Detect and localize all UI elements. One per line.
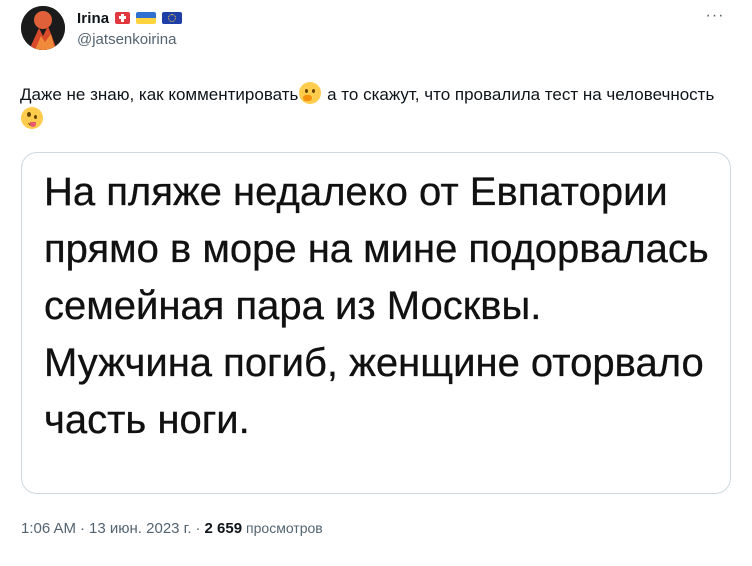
tweet-date[interactable]: 13 июн. 2023 г.	[89, 520, 191, 537]
zany-face-icon	[21, 107, 43, 129]
tweet-time[interactable]: 1:06 AM	[21, 520, 76, 537]
tweet-meta: 1:06 AM · 13 июн. 2023 г. · 2 659 просмо…	[21, 518, 323, 538]
user-handle[interactable]: @jatsenkoirina	[77, 31, 176, 48]
meta-separator: ·	[80, 519, 86, 537]
switzerland-flag-icon	[115, 12, 131, 24]
avatar[interactable]	[21, 6, 65, 50]
tweet-text-part2: а то скажут, что провалила тест на челов…	[322, 85, 715, 104]
meta-separator: ·	[195, 519, 201, 537]
views-count: 2 659	[204, 519, 243, 537]
media-caption: На пляже недалеко от Евпатории прямо в м…	[44, 170, 709, 442]
tweet: Irina @jatsenkoirina ··· Даже не знаю, к…	[0, 0, 752, 566]
avatar-image	[21, 6, 65, 50]
eu-flag-icon	[162, 12, 183, 24]
media-image[interactable]: На пляже недалеко от Евпатории прямо в м…	[21, 152, 731, 494]
author-name-row: Irina	[77, 8, 183, 28]
tweet-text: Даже не знаю, как комментировать а то ск…	[20, 82, 732, 132]
thinking-face-icon	[299, 82, 322, 104]
views-label: просмотров	[246, 520, 323, 536]
more-options-button[interactable]: ···	[700, 4, 730, 28]
display-name[interactable]: Irina	[77, 10, 109, 27]
ukraine-flag-icon	[136, 12, 157, 24]
tweet-text-part1: Даже не знаю, как комментировать	[20, 85, 299, 104]
